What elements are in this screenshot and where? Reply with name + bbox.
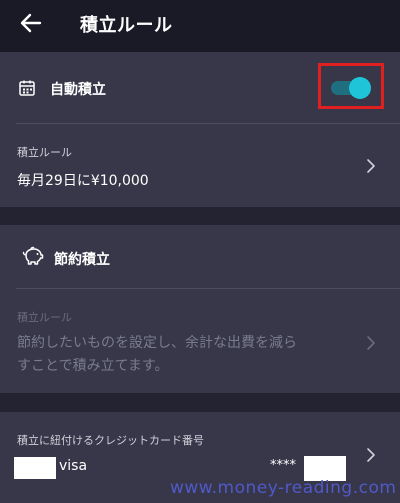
auto-saving-rule-row[interactable]: 積立ルール 毎月29日に¥10,000 <box>0 124 400 207</box>
calendar-icon <box>18 79 36 97</box>
chevron-right-icon <box>364 333 378 353</box>
card-brand: visa <box>59 458 88 474</box>
redacted-card-image <box>14 457 56 479</box>
highlight-box <box>318 63 384 109</box>
auto-saving-title: 自動積立 <box>50 82 106 98</box>
budget-saving-title: 節約積立 <box>54 252 110 268</box>
auto-saving-rule-value: 毎月29日に¥10,000 <box>17 173 149 189</box>
chevron-right-icon <box>364 156 378 176</box>
arrow-left-icon <box>20 13 42 33</box>
card-number-masked: **** <box>270 458 296 473</box>
credit-card-label: 積立に紐付けるクレジットカード番号 <box>17 434 204 447</box>
back-button[interactable] <box>14 6 48 40</box>
budget-saving-card: 節約積立 積立ルール 節約したいものを設定し、余計な出費を減ら すことで積み立て… <box>0 225 400 393</box>
budget-saving-description-line1: 節約したいものを設定し、余計な出費を減ら <box>17 335 297 351</box>
top-bar: 積立ルール <box>0 0 400 52</box>
page-title: 積立ルール <box>80 15 173 36</box>
budget-saving-rule-row[interactable]: 積立ルール 節約したいものを設定し、余計な出費を減ら すことで積み立てます。 <box>0 289 400 393</box>
watermark: www.money-reading.com <box>170 478 397 498</box>
budget-saving-rule-label: 積立ルール <box>17 311 72 324</box>
chevron-right-icon <box>364 445 378 465</box>
auto-saving-rule-label: 積立ルール <box>17 146 72 159</box>
piggy-bank-icon <box>22 246 44 266</box>
budget-saving-description-line2: すことで積み立てます。 <box>17 358 169 374</box>
